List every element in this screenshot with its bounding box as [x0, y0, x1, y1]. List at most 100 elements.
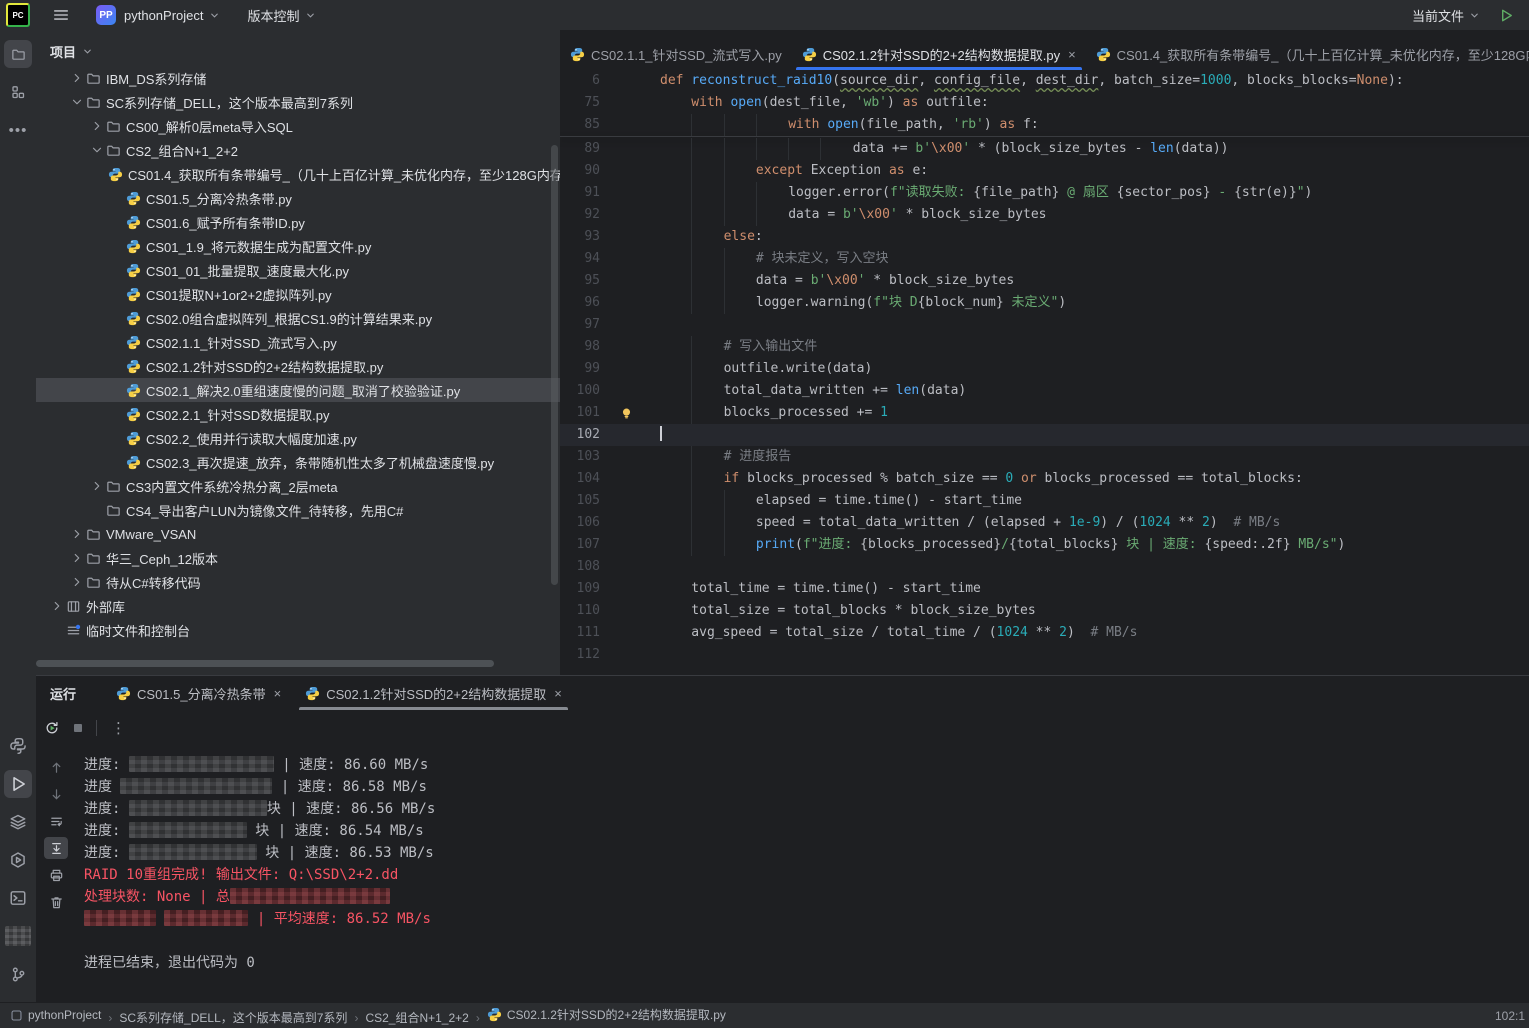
- stop-button[interactable]: [70, 720, 86, 736]
- tree-item[interactable]: 华三_Ceph_12版本: [36, 546, 560, 570]
- chevron-right-icon[interactable]: [88, 479, 106, 493]
- chevron-right-icon[interactable]: [48, 599, 66, 613]
- project-selector[interactable]: pythonProject: [116, 4, 228, 27]
- code-line[interactable]: 100total_data_written += len(data): [560, 380, 1529, 402]
- tree-item[interactable]: 临时文件和控制台: [36, 618, 560, 642]
- code-line[interactable]: 6def reconstruct_raid10(source_dir, conf…: [560, 70, 1529, 92]
- structure-tool-button[interactable]: [4, 78, 32, 106]
- code-line[interactable]: 101blocks_processed += 1: [560, 402, 1529, 424]
- tree-item[interactable]: 待从C#转移代码: [36, 570, 560, 594]
- clear-button[interactable]: [44, 891, 68, 913]
- chevron-right-icon[interactable]: [68, 71, 86, 85]
- project-tool-button[interactable]: [4, 40, 32, 68]
- run-tab[interactable]: CS01.5_分离冷热条带×: [104, 676, 293, 710]
- tree-item[interactable]: CS02.0组合虚拟阵列_根据CS1.9的计算结果来.py: [36, 306, 560, 330]
- code-line[interactable]: 85with open(file_path, 'rb') as f:: [560, 114, 1529, 136]
- scroll-up-button[interactable]: [44, 756, 68, 778]
- close-icon[interactable]: ×: [1068, 47, 1076, 62]
- code-line[interactable]: 111avg_speed = total_size / total_time /…: [560, 622, 1529, 644]
- code-line[interactable]: 91logger.error(f"读取失败: {file_path} @ 扇区 …: [560, 182, 1529, 204]
- vertical-scrollbar[interactable]: [551, 145, 558, 585]
- code-line[interactable]: 106speed = total_data_written / (elapsed…: [560, 512, 1529, 534]
- code-line[interactable]: 105elapsed = time.time() - start_time: [560, 490, 1529, 512]
- tree-item[interactable]: CS01_01_批量提取_速度最大化.py: [36, 258, 560, 282]
- code-line[interactable]: 103# 进度报告: [560, 446, 1529, 468]
- code-line[interactable]: 98# 写入输出文件: [560, 336, 1529, 358]
- tree-item[interactable]: CS01.4_获取所有条带编号_（几十上百亿计算_未优化内存，至少128G内存来…: [36, 162, 560, 186]
- tree-item[interactable]: CS02.2_使用并行读取大幅度加速.py: [36, 426, 560, 450]
- redacted-tool-button[interactable]: [4, 922, 32, 950]
- tree-item[interactable]: CS01提取N+1or2+2虚拟阵列.py: [36, 282, 560, 306]
- breadcrumb-item[interactable]: pythonProject: [10, 1008, 101, 1022]
- print-button[interactable]: [44, 864, 68, 886]
- code-line[interactable]: 102: [560, 424, 1529, 446]
- tree-item[interactable]: CS02.2.1_针对SSD数据提取.py: [36, 402, 560, 426]
- close-icon[interactable]: ×: [274, 686, 282, 701]
- tree-item[interactable]: CS2_组合N+1_2+2: [36, 138, 560, 162]
- python-console-tool-button[interactable]: [4, 732, 32, 760]
- code-line[interactable]: 108: [560, 556, 1529, 578]
- chevron-right-icon[interactable]: [88, 119, 106, 133]
- editor-tab[interactable]: CS01.4_获取所有条带编号_（几十上百亿计算_未优化内存，至少128G内存来…: [1086, 38, 1529, 70]
- scroll-to-end-button[interactable]: [44, 837, 68, 859]
- editor-code-area[interactable]: 6def reconstruct_raid10(source_dir, conf…: [560, 70, 1529, 666]
- project-panel-header[interactable]: 项目: [36, 36, 560, 66]
- horizontal-scrollbar[interactable]: [36, 660, 494, 667]
- run-tool-button[interactable]: [4, 770, 32, 798]
- breadcrumb-item[interactable]: CS2_组合N+1_2+2: [365, 1009, 468, 1026]
- tree-item[interactable]: IBM_DS系列存储: [36, 66, 560, 90]
- tree-item[interactable]: CS00_解析0层meta导入SQL: [36, 114, 560, 138]
- run-tab[interactable]: CS02.1.2针对SSD的2+2结构数据提取×: [293, 676, 574, 710]
- code-line[interactable]: 110total_size = total_blocks * block_siz…: [560, 600, 1529, 622]
- tree-item[interactable]: CS4_导出客户LUN为镜像文件_待转移，先用C#: [36, 498, 560, 522]
- code-line[interactable]: 90except Exception as e:: [560, 160, 1529, 182]
- code-line[interactable]: 97: [560, 314, 1529, 336]
- tree-item[interactable]: VMware_VSAN: [36, 522, 560, 546]
- tree-item[interactable]: CS02.1.2针对SSD的2+2结构数据提取.py: [36, 354, 560, 378]
- breadcrumb-item[interactable]: CS02.1.2针对SSD的2+2结构数据提取.py: [487, 1006, 726, 1023]
- code-line[interactable]: 99outfile.write(data): [560, 358, 1529, 380]
- tree-item[interactable]: CS01_1.9_将元数据生成为配置文件.py: [36, 234, 560, 258]
- code-line[interactable]: 95data = b'\x00' * block_size_bytes: [560, 270, 1529, 292]
- code-line[interactable]: 92data = b'\x00' * block_size_bytes: [560, 204, 1529, 226]
- code-line[interactable]: 93else:: [560, 226, 1529, 248]
- more-options-button[interactable]: ⋮: [107, 719, 130, 737]
- chevron-right-icon[interactable]: [68, 551, 86, 565]
- git-tool-button[interactable]: [4, 960, 32, 988]
- hamburger-icon[interactable]: [46, 3, 76, 27]
- scroll-down-button[interactable]: [44, 783, 68, 805]
- python-packages-tool-button[interactable]: [4, 846, 32, 874]
- chevron-down-icon[interactable]: [68, 95, 86, 109]
- vcs-menu[interactable]: 版本控制: [240, 2, 324, 29]
- editor-tab[interactable]: CS02.1.2针对SSD的2+2结构数据提取.py×: [792, 38, 1086, 70]
- soft-wrap-button[interactable]: [44, 810, 68, 832]
- breadcrumb-item[interactable]: SC系列存储_DELL，这个版本最高到7系列: [119, 1009, 347, 1026]
- tree-item[interactable]: CS02.3_再次提速_放弃，条带随机性太多了机械盘速度慢.py: [36, 450, 560, 474]
- code-line[interactable]: 112: [560, 644, 1529, 666]
- tree-item[interactable]: CS02.1_解决2.0重组速度慢的问题_取消了校验验证.py: [36, 378, 560, 402]
- code-line[interactable]: 107print(f"进度: {blocks_processed}/{total…: [560, 534, 1529, 556]
- run-config-selector[interactable]: 当前文件: [1404, 2, 1488, 29]
- rerun-button[interactable]: [44, 720, 60, 736]
- tree-item[interactable]: CS01.5_分离冷热条带.py: [36, 186, 560, 210]
- code-line[interactable]: 94# 块未定义，写入空块: [560, 248, 1529, 270]
- chevron-down-icon[interactable]: [88, 143, 106, 157]
- more-tools-button[interactable]: •••: [4, 116, 32, 144]
- close-icon[interactable]: ×: [554, 686, 562, 701]
- tree-item[interactable]: CS02.1.1_针对SSD_流式写入.py: [36, 330, 560, 354]
- services-tool-button[interactable]: [4, 808, 32, 836]
- code-line[interactable]: 89data += b'\x00' * (block_size_bytes - …: [560, 138, 1529, 160]
- chevron-right-icon[interactable]: [68, 527, 86, 541]
- editor-tab[interactable]: CS02.1.1_针对SSD_流式写入.py: [560, 38, 792, 70]
- code-line[interactable]: 96logger.warning(f"块 D{block_num} 未定义"): [560, 292, 1529, 314]
- terminal-tool-button[interactable]: [4, 884, 32, 912]
- tree-item[interactable]: 外部库: [36, 594, 560, 618]
- tree-item[interactable]: CS3内置文件系统冷热分离_2层meta: [36, 474, 560, 498]
- chevron-right-icon[interactable]: [68, 575, 86, 589]
- tree-item[interactable]: CS01.6_赋予所有条带ID.py: [36, 210, 560, 234]
- code-line[interactable]: 104if blocks_processed % batch_size == 0…: [560, 468, 1529, 490]
- code-line[interactable]: 75with open(dest_file, 'wb') as outfile:: [560, 92, 1529, 114]
- code-line[interactable]: 109total_time = time.time() - start_time: [560, 578, 1529, 600]
- run-button[interactable]: [1498, 7, 1515, 24]
- tree-item[interactable]: SC系列存储_DELL，这个版本最高到7系列: [36, 90, 560, 114]
